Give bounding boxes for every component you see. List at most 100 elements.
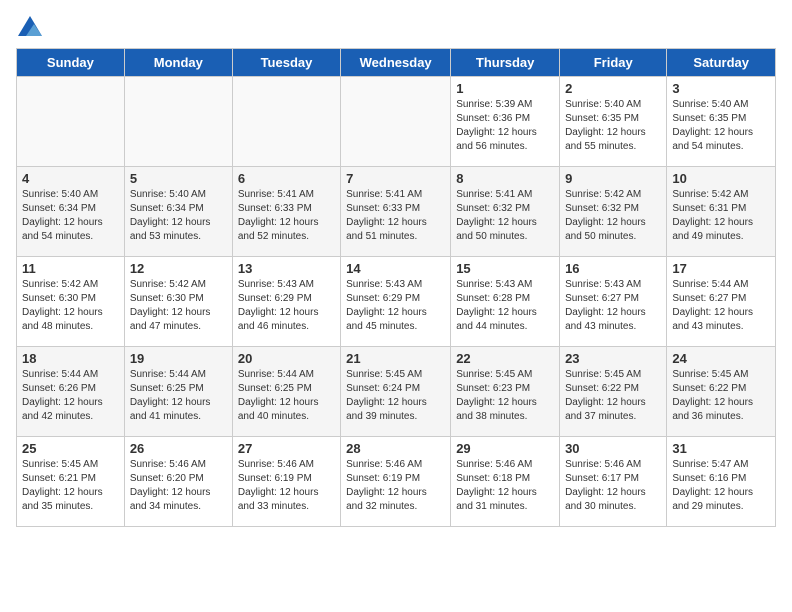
calendar-cell: 14Sunrise: 5:43 AM Sunset: 6:29 PM Dayli… [341, 257, 451, 347]
day-number: 23 [565, 351, 661, 366]
calendar-cell: 4 Sunrise: 5:40 AM Sunset: 6:34 PM Daylig… [17, 167, 125, 257]
day-info: Sunrise: 5:43 AM Sunset: 6:27 PM Dayligh… [565, 278, 661, 334]
day-number: 7 [346, 171, 445, 186]
day-info: Sunrise: 5:46 AM Sunset: 6:19 PM Dayligh… [238, 458, 335, 514]
calendar-cell: 5 Sunrise: 5:40 AM Sunset: 6:34 PM Daylig… [124, 167, 232, 257]
logo [16, 16, 42, 36]
day-info: Sunrise: 5:44 AM Sunset: 6:25 PM Dayligh… [238, 368, 335, 424]
calendar-cell [232, 77, 340, 167]
day-number: 12 [130, 261, 227, 276]
day-number: 24 [672, 351, 770, 366]
calendar-day-header: Monday [124, 49, 232, 77]
day-number: 27 [238, 441, 335, 456]
day-info: Sunrise: 5:45 AM Sunset: 6:23 PM Dayligh… [456, 368, 554, 424]
calendar-cell: 13Sunrise: 5:43 AM Sunset: 6:29 PM Dayli… [232, 257, 340, 347]
day-info: Sunrise: 5:41 AM Sunset: 6:33 PM Dayligh… [238, 188, 335, 244]
calendar-cell: 1Sunrise: 5:39 AM Sunset: 6:36 PM Daylig… [451, 77, 560, 167]
calendar-cell: 26 Sunrise: 5:46 AM Sunset: 6:20 PM Dayli… [124, 437, 232, 527]
calendar-cell: 30 Sunrise: 5:46 AM Sunset: 6:17 PM Dayli… [560, 437, 667, 527]
day-number: 3 [672, 81, 770, 96]
day-number: 21 [346, 351, 445, 366]
calendar-table: SundayMondayTuesdayWednesdayThursdayFrid… [16, 48, 776, 527]
day-number: 19 [130, 351, 227, 366]
day-info: Sunrise: 5:41 AM Sunset: 6:33 PM Dayligh… [346, 188, 445, 244]
day-info: Sunrise: 5:47 AM Sunset: 6:16 PM Dayligh… [672, 458, 770, 514]
calendar-cell: 29 Sunrise: 5:46 AM Sunset: 6:18 PM Dayli… [451, 437, 560, 527]
calendar-cell: 10Sunrise: 5:42 AM Sunset: 6:31 PM Dayli… [667, 167, 776, 257]
day-number: 25 [22, 441, 119, 456]
calendar-cell: 2Sunrise: 5:40 AM Sunset: 6:35 PM Daylig… [560, 77, 667, 167]
day-info: Sunrise: 5:44 AM Sunset: 6:26 PM Dayligh… [22, 368, 119, 424]
calendar-cell [17, 77, 125, 167]
day-info: Sunrise: 5:39 AM Sunset: 6:36 PM Dayligh… [456, 98, 554, 154]
calendar-cell: 27 Sunrise: 5:46 AM Sunset: 6:19 PM Dayli… [232, 437, 340, 527]
page-header [16, 16, 776, 36]
day-info: Sunrise: 5:44 AM Sunset: 6:25 PM Dayligh… [130, 368, 227, 424]
calendar-cell: 3 Sunrise: 5:40 AM Sunset: 6:35 PM Daylig… [667, 77, 776, 167]
calendar-header-row: SundayMondayTuesdayWednesdayThursdayFrid… [17, 49, 776, 77]
day-info: Sunrise: 5:45 AM Sunset: 6:24 PM Dayligh… [346, 368, 445, 424]
day-info: Sunrise: 5:45 AM Sunset: 6:21 PM Dayligh… [22, 458, 119, 514]
calendar-cell: 12 Sunrise: 5:42 AM Sunset: 6:30 PM Dayli… [124, 257, 232, 347]
day-info: Sunrise: 5:40 AM Sunset: 6:35 PM Dayligh… [672, 98, 770, 154]
day-number: 26 [130, 441, 227, 456]
calendar-cell: 24 Sunrise: 5:45 AM Sunset: 6:22 PM Dayli… [667, 347, 776, 437]
calendar-cell: 15Sunrise: 5:43 AM Sunset: 6:28 PM Dayli… [451, 257, 560, 347]
day-info: Sunrise: 5:43 AM Sunset: 6:28 PM Dayligh… [456, 278, 554, 334]
logo-icon [18, 16, 42, 36]
day-number: 14 [346, 261, 445, 276]
calendar-cell: 11 Sunrise: 5:42 AM Sunset: 6:30 PM Dayli… [17, 257, 125, 347]
calendar-cell [341, 77, 451, 167]
day-info: Sunrise: 5:46 AM Sunset: 6:18 PM Dayligh… [456, 458, 554, 514]
calendar-cell: 19 Sunrise: 5:44 AM Sunset: 6:25 PM Dayli… [124, 347, 232, 437]
calendar-cell: 18 Sunrise: 5:44 AM Sunset: 6:26 PM Dayli… [17, 347, 125, 437]
day-number: 28 [346, 441, 445, 456]
calendar-cell: 9Sunrise: 5:42 AM Sunset: 6:32 PM Daylig… [560, 167, 667, 257]
day-number: 22 [456, 351, 554, 366]
calendar-day-header: Friday [560, 49, 667, 77]
calendar-day-header: Tuesday [232, 49, 340, 77]
day-info: Sunrise: 5:40 AM Sunset: 6:34 PM Dayligh… [22, 188, 119, 244]
calendar-day-header: Sunday [17, 49, 125, 77]
day-number: 17 [672, 261, 770, 276]
calendar-cell: 16Sunrise: 5:43 AM Sunset: 6:27 PM Dayli… [560, 257, 667, 347]
day-info: Sunrise: 5:46 AM Sunset: 6:19 PM Dayligh… [346, 458, 445, 514]
calendar-cell: 6Sunrise: 5:41 AM Sunset: 6:33 PM Daylig… [232, 167, 340, 257]
calendar-cell: 20 Sunrise: 5:44 AM Sunset: 6:25 PM Dayli… [232, 347, 340, 437]
calendar-day-header: Thursday [451, 49, 560, 77]
day-info: Sunrise: 5:45 AM Sunset: 6:22 PM Dayligh… [672, 368, 770, 424]
day-info: Sunrise: 5:46 AM Sunset: 6:17 PM Dayligh… [565, 458, 661, 514]
calendar-cell: 31Sunrise: 5:47 AM Sunset: 6:16 PM Dayli… [667, 437, 776, 527]
calendar-cell: 22 Sunrise: 5:45 AM Sunset: 6:23 PM Dayli… [451, 347, 560, 437]
calendar-cell: 7 Sunrise: 5:41 AM Sunset: 6:33 PM Daylig… [341, 167, 451, 257]
day-number: 20 [238, 351, 335, 366]
day-number: 11 [22, 261, 119, 276]
calendar-cell [124, 77, 232, 167]
day-info: Sunrise: 5:40 AM Sunset: 6:34 PM Dayligh… [130, 188, 227, 244]
calendar-cell: 8 Sunrise: 5:41 AM Sunset: 6:32 PM Daylig… [451, 167, 560, 257]
calendar-cell: 28 Sunrise: 5:46 AM Sunset: 6:19 PM Dayli… [341, 437, 451, 527]
day-number: 8 [456, 171, 554, 186]
day-info: Sunrise: 5:42 AM Sunset: 6:30 PM Dayligh… [22, 278, 119, 334]
calendar-cell: 25 Sunrise: 5:45 AM Sunset: 6:21 PM Dayli… [17, 437, 125, 527]
day-info: Sunrise: 5:42 AM Sunset: 6:30 PM Dayligh… [130, 278, 227, 334]
calendar-week-row: 18 Sunrise: 5:44 AM Sunset: 6:26 PM Dayli… [17, 347, 776, 437]
calendar-cell: 23 Sunrise: 5:45 AM Sunset: 6:22 PM Dayli… [560, 347, 667, 437]
day-info: Sunrise: 5:46 AM Sunset: 6:20 PM Dayligh… [130, 458, 227, 514]
day-info: Sunrise: 5:45 AM Sunset: 6:22 PM Dayligh… [565, 368, 661, 424]
day-info: Sunrise: 5:44 AM Sunset: 6:27 PM Dayligh… [672, 278, 770, 334]
day-number: 4 [22, 171, 119, 186]
day-number: 5 [130, 171, 227, 186]
calendar-cell: 21 Sunrise: 5:45 AM Sunset: 6:24 PM Dayli… [341, 347, 451, 437]
calendar-day-header: Saturday [667, 49, 776, 77]
calendar-week-row: 11 Sunrise: 5:42 AM Sunset: 6:30 PM Dayli… [17, 257, 776, 347]
calendar-week-row: 25 Sunrise: 5:45 AM Sunset: 6:21 PM Dayli… [17, 437, 776, 527]
day-info: Sunrise: 5:42 AM Sunset: 6:32 PM Dayligh… [565, 188, 661, 244]
day-number: 29 [456, 441, 554, 456]
day-info: Sunrise: 5:41 AM Sunset: 6:32 PM Dayligh… [456, 188, 554, 244]
day-number: 18 [22, 351, 119, 366]
day-number: 30 [565, 441, 661, 456]
calendar-day-header: Wednesday [341, 49, 451, 77]
day-info: Sunrise: 5:42 AM Sunset: 6:31 PM Dayligh… [672, 188, 770, 244]
day-number: 13 [238, 261, 335, 276]
